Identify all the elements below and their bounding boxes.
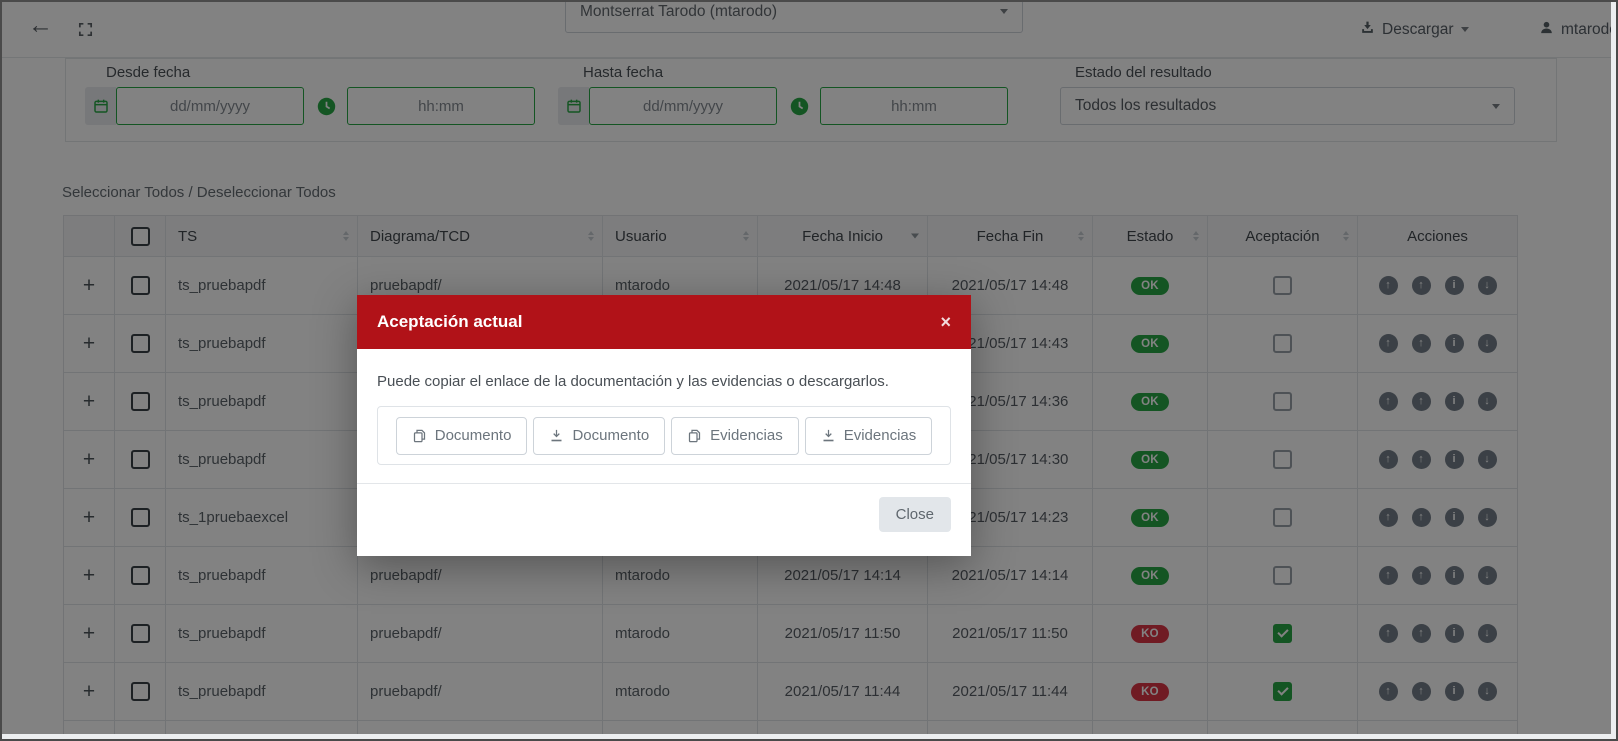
modal-header: Aceptación actual × — [357, 295, 971, 349]
modal-message: Puede copiar el enlace de la documentaci… — [377, 373, 889, 390]
button-label: Documento — [434, 427, 512, 444]
copy-documento-button[interactable]: Documento — [395, 416, 528, 455]
download-icon — [821, 428, 836, 443]
copy-icon — [412, 428, 427, 444]
aceptacion-modal: Aceptación actual × Puede copiar el enla… — [357, 295, 971, 556]
link-buttons-panel: Documento Documento Evidencias Evidencias — [377, 406, 951, 465]
button-label: Evidencias — [843, 427, 917, 444]
modal-title: Aceptación actual — [377, 312, 523, 331]
modal-footer: Close — [357, 483, 971, 556]
button-label: Documento — [572, 427, 650, 444]
copy-icon — [687, 428, 702, 444]
button-label: Evidencias — [710, 427, 783, 444]
close-icon[interactable]: × — [940, 313, 951, 331]
download-evidencias-button[interactable]: Evidencias — [804, 416, 933, 455]
copy-evidencias-button[interactable]: Evidencias — [671, 416, 799, 455]
horizontal-scrollbar[interactable] — [2, 734, 1611, 739]
download-documento-button[interactable]: Documento — [533, 416, 666, 455]
vertical-scrollbar[interactable] — [1611, 2, 1616, 739]
app-window: ← Montserrat Tarodo (mtarodo) Descargar … — [0, 0, 1618, 741]
close-button[interactable]: Close — [878, 497, 951, 532]
modal-body: Puede copiar el enlace de la documentaci… — [357, 349, 971, 483]
download-icon — [549, 428, 564, 443]
